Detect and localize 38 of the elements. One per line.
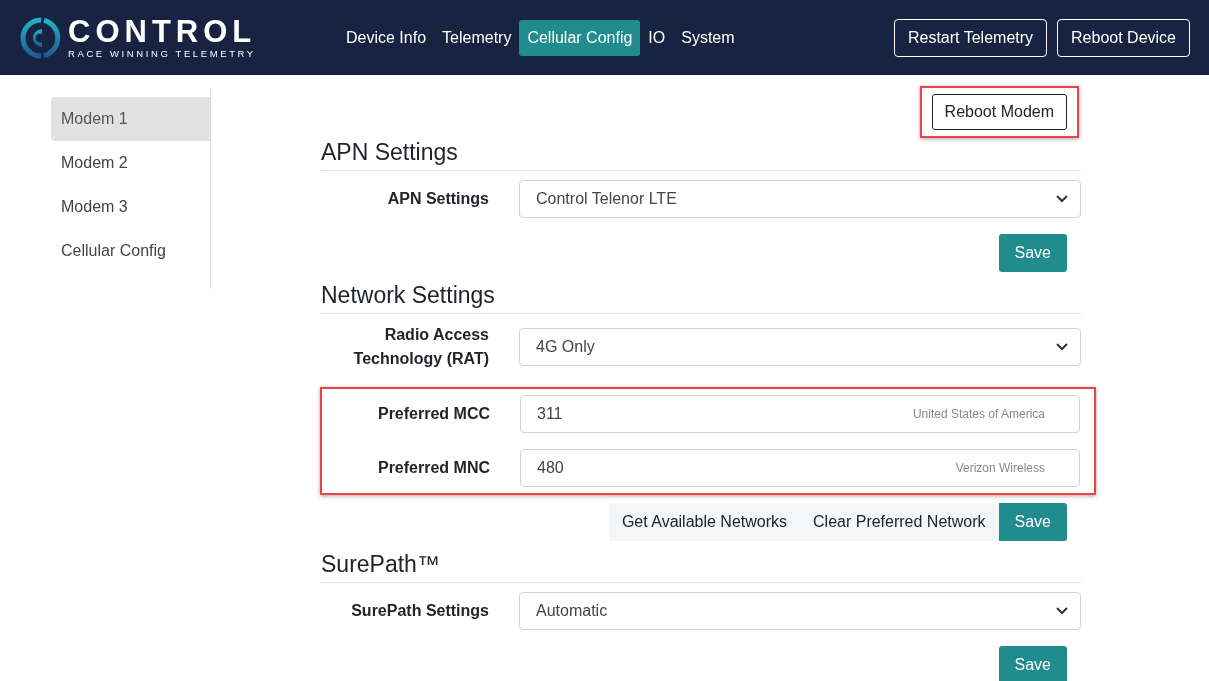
nav-tab[interactable]: Telemetry	[434, 19, 520, 56]
chevron-down-icon	[1056, 343, 1068, 351]
section-heading: Network Settings	[321, 281, 1081, 314]
field-label: SurePath Settings	[350, 601, 489, 621]
input-field[interactable]: 480 Verizon Wireless	[520, 449, 1080, 487]
chevron-down-icon	[1056, 195, 1068, 203]
sidebar-item[interactable]: Modem 2	[51, 141, 210, 185]
header-button[interactable]: Reboot Device	[1057, 18, 1190, 57]
field-label: Preferred MNC	[376, 458, 490, 478]
nav-tab[interactable]: Cellular Config	[519, 19, 641, 56]
field-label: APN Settings	[386, 189, 489, 209]
field-label: Preferred MCC	[376, 404, 490, 424]
header-button[interactable]: Restart Telemetry	[893, 18, 1048, 57]
save-button[interactable]: Save	[998, 503, 1067, 541]
dropdown-select[interactable]: Control Telenor LTE	[519, 180, 1081, 218]
field-label: Radio Access Technology (RAT)	[352, 325, 489, 369]
nav-tab[interactable]: System	[673, 19, 743, 56]
sidebar-item[interactable]: Modem 3	[51, 185, 210, 229]
section-heading: SurePath™	[321, 550, 1081, 583]
reboot-modem-button[interactable]: Reboot Modem	[931, 94, 1067, 130]
logo-wordmark: CONTROL	[68, 15, 257, 48]
field-hint: United States of America	[912, 407, 1045, 421]
input-field[interactable]: 311 United States of America	[520, 395, 1080, 433]
action-button[interactable]: Get Available Networks	[608, 503, 801, 541]
save-button[interactable]: Save	[998, 646, 1067, 681]
dropdown-select[interactable]: Automatic	[519, 592, 1081, 630]
sidebar-item[interactable]: Modem 1	[51, 97, 210, 141]
sidebar-item[interactable]: Cellular Config	[51, 229, 210, 273]
field-hint: Verizon Wireless	[955, 461, 1045, 475]
nav-tab[interactable]: IO	[640, 19, 674, 56]
section-heading: APN Settings	[321, 138, 1081, 171]
save-button[interactable]: Save	[998, 234, 1067, 272]
dropdown-select[interactable]: 4G Only	[519, 328, 1081, 366]
nav-tab[interactable]: Device Info	[338, 19, 435, 56]
logo-tagline: RACE WINNING TELEMETRY	[68, 47, 257, 60]
logo-icon	[20, 16, 62, 59]
chevron-down-icon	[1056, 607, 1068, 615]
action-button[interactable]: Clear Preferred Network	[800, 503, 999, 541]
